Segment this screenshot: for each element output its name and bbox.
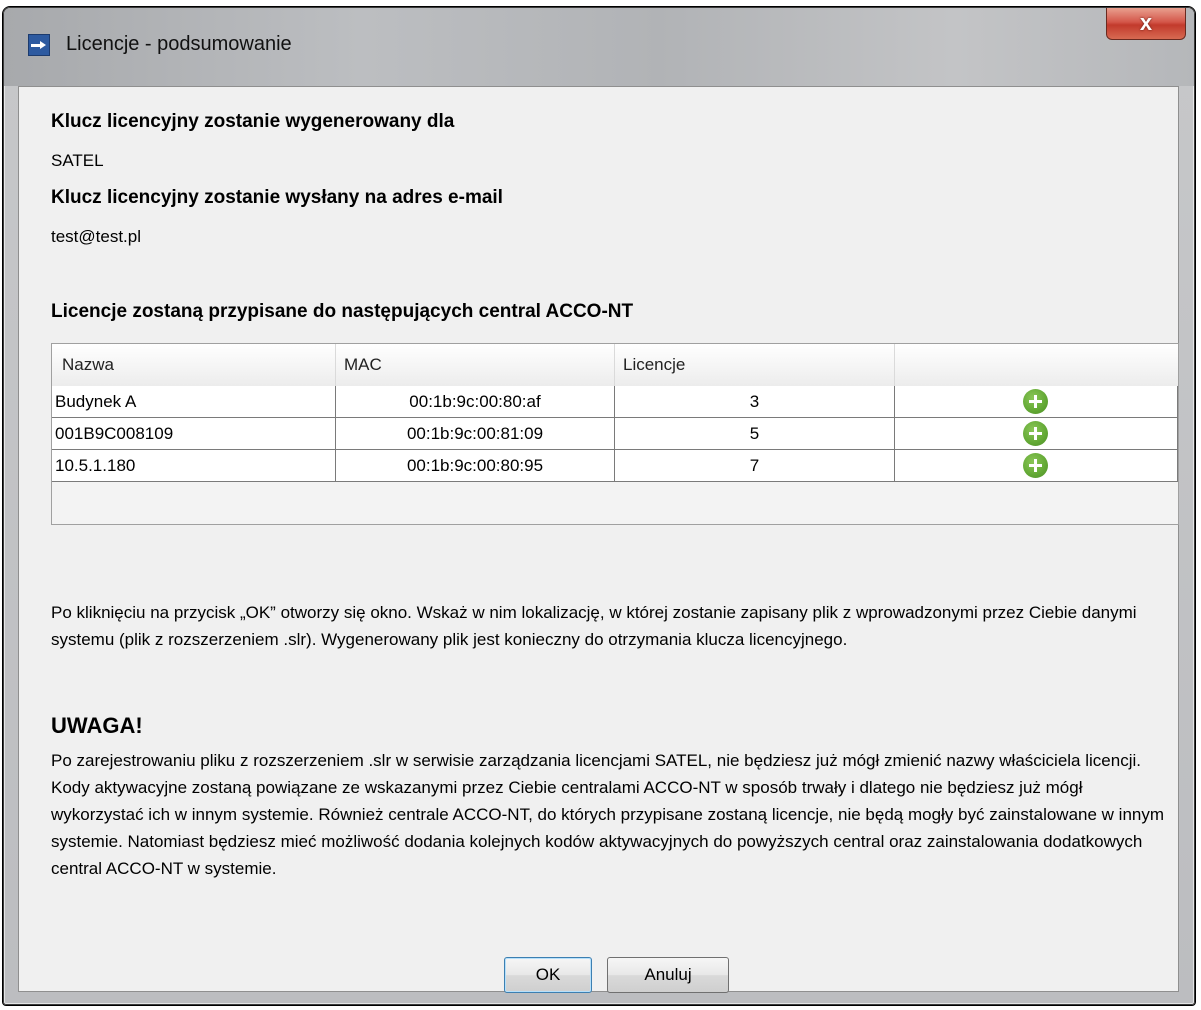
- column-header-actions: [895, 344, 1178, 386]
- info-text: Po kliknięciu na przycisk „OK” otworzy s…: [51, 603, 1137, 649]
- cell-name: 10.5.1.180: [52, 450, 336, 481]
- cell-action: [895, 450, 1178, 481]
- table-row[interactable]: 001B9C008109 00:1b:9c:00:81:09 5: [52, 418, 1178, 450]
- table-heading: Licencje zostaną przypisane do następują…: [51, 301, 634, 322]
- cell-mac: 00:1b:9c:00:81:09: [336, 418, 615, 449]
- dialog-window: Licencje - podsumowanie x Klucz licencyj…: [3, 7, 1195, 1005]
- table-row[interactable]: Budynek A 00:1b:9c:00:80:af 3: [52, 386, 1178, 418]
- title-bar[interactable]: Licencje - podsumowanie x: [4, 8, 1194, 86]
- plus-icon[interactable]: [1023, 389, 1048, 414]
- window-title: Licencje - podsumowanie: [66, 33, 292, 55]
- app-icon: [28, 34, 50, 56]
- plus-icon[interactable]: [1023, 421, 1048, 446]
- ok-button[interactable]: OK: [504, 957, 592, 993]
- cell-licenses: 7: [615, 450, 895, 481]
- email-value: test@test.pl: [51, 227, 142, 246]
- owner-value: SATEL: [51, 151, 104, 170]
- cell-mac: 00:1b:9c:00:80:95: [336, 450, 615, 481]
- table-row[interactable]: 10.5.1.180 00:1b:9c:00:80:95 7: [52, 450, 1178, 482]
- table-header: Nazwa MAC Licencje: [52, 344, 1178, 387]
- cell-licenses: 5: [615, 418, 895, 449]
- cancel-button[interactable]: Anuluj: [607, 957, 729, 993]
- licenses-table: Nazwa MAC Licencje Budynek A 00:1b:9c:00…: [51, 343, 1179, 525]
- warning-text: Po zarejestrowaniu pliku z rozszerzeniem…: [51, 751, 1165, 878]
- screen: Licencje - podsumowanie x Klucz licencyj…: [0, 0, 1201, 1010]
- cell-name: 001B9C008109: [52, 418, 336, 449]
- cell-name: Budynek A: [52, 386, 336, 417]
- warning-title: UWAGA!: [51, 713, 143, 738]
- close-button[interactable]: x: [1106, 8, 1186, 40]
- column-header-licenses[interactable]: Licencje: [615, 344, 895, 386]
- plus-icon[interactable]: [1023, 453, 1048, 478]
- cell-licenses: 3: [615, 386, 895, 417]
- column-header-mac[interactable]: MAC: [336, 344, 615, 386]
- column-header-name[interactable]: Nazwa: [52, 344, 336, 386]
- owner-heading: Klucz licencyjny zostanie wygenerowany d…: [51, 111, 455, 132]
- cell-mac: 00:1b:9c:00:80:af: [336, 386, 615, 417]
- cell-action: [895, 418, 1178, 449]
- dialog-content: Klucz licencyjny zostanie wygenerowany d…: [18, 86, 1179, 993]
- cell-action: [895, 386, 1178, 417]
- email-heading: Klucz licencyjny zostanie wysłany na adr…: [51, 187, 503, 208]
- close-icon: x: [1139, 10, 1153, 35]
